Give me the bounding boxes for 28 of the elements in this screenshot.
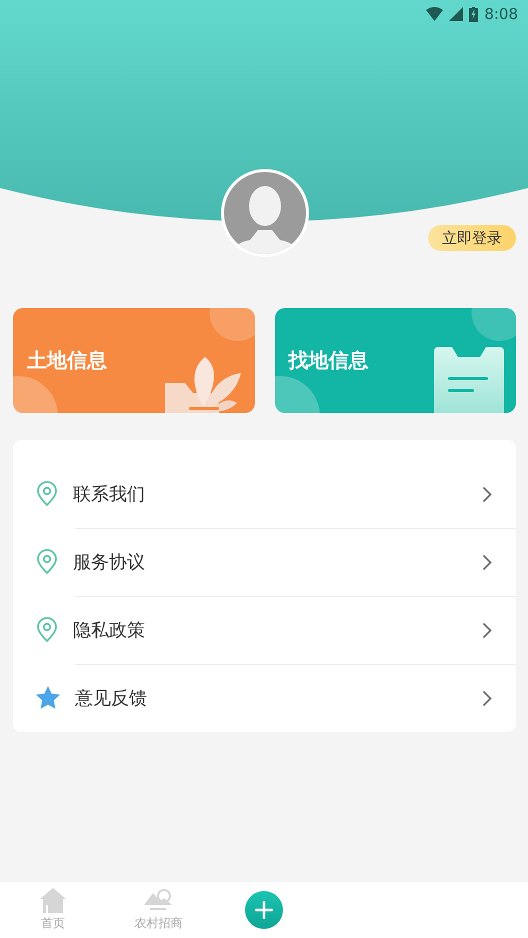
status-time: 8:08 [484, 5, 518, 23]
star-icon [35, 685, 61, 711]
login-button[interactable]: 立即登录 [428, 225, 516, 251]
chevron-right-icon [482, 690, 492, 706]
menu-item[interactable]: 联系我们 [13, 460, 516, 528]
wifi-icon [426, 7, 444, 21]
menu-label: 服务协议 [73, 551, 146, 574]
location-pin-icon [35, 617, 59, 643]
avatar-icon [220, 168, 310, 258]
chevron-right-icon [482, 554, 492, 570]
card-title: 找地信息 [288, 347, 368, 374]
menu-label: 联系我们 [73, 483, 146, 506]
menu-item[interactable]: 意见反馈 [13, 664, 516, 732]
menu-label: 意见反馈 [75, 687, 148, 710]
plus-icon [254, 901, 273, 919]
add-button[interactable] [244, 891, 283, 929]
signal-icon [449, 7, 464, 21]
location-pin-icon [35, 481, 59, 507]
chevron-right-icon [482, 622, 492, 638]
menu-item[interactable]: 隐私政策 [13, 596, 516, 664]
location-pin-icon [35, 549, 59, 575]
home-icon [40, 888, 66, 913]
menu-label: 隐私政策 [73, 619, 146, 642]
card-title: 土地信息 [27, 347, 107, 374]
chevron-right-icon [482, 486, 492, 502]
clipboard-icon [434, 347, 504, 413]
landscape-icon [144, 888, 172, 913]
menu-item[interactable]: 服务协议 [13, 528, 516, 596]
